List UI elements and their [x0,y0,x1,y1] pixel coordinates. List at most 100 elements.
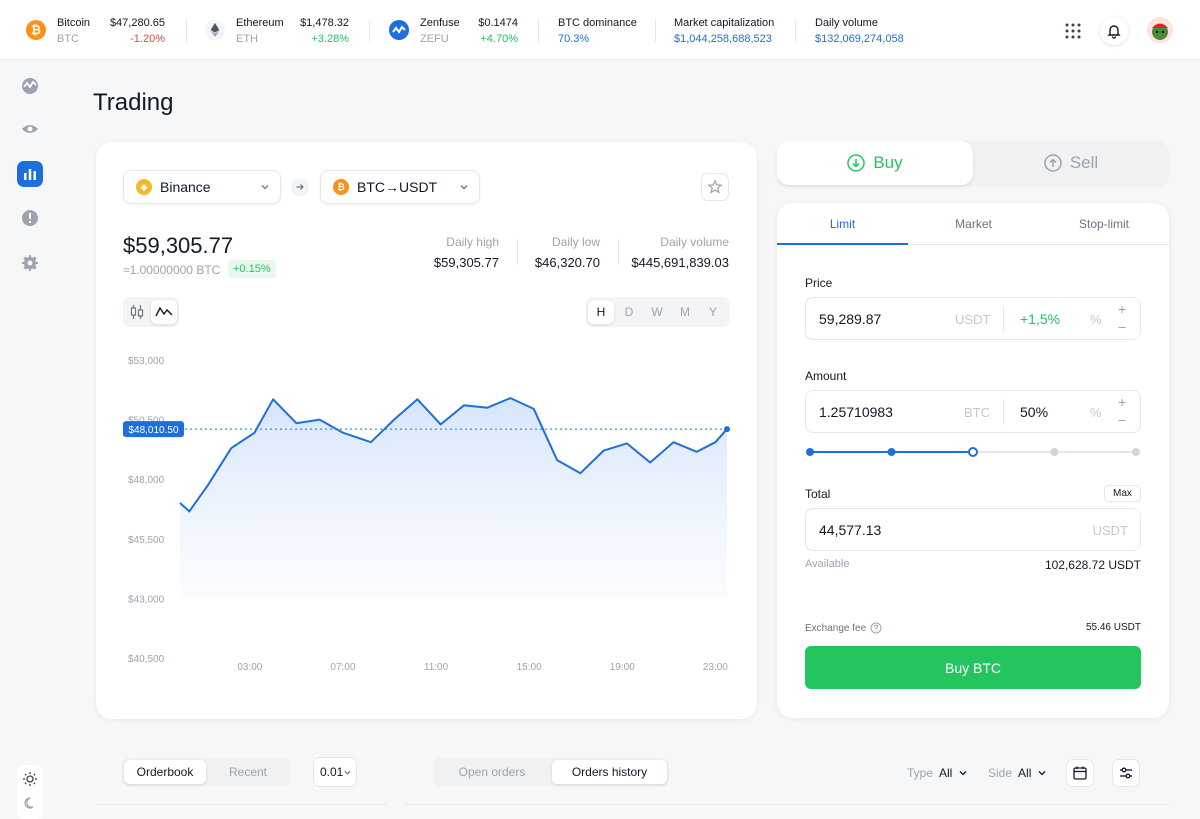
ethereum-icon [205,20,225,40]
amount-unit: BTC [964,405,990,420]
favorite-button[interactable] [701,173,729,201]
total-input[interactable]: 44,577.13 [819,522,881,538]
orderbook-tabs: Orderbook Recent [122,758,290,786]
moon-icon[interactable] [22,795,38,816]
daily-high-value: $59,305.77 [433,255,499,270]
percent-sign: % [1090,405,1102,420]
ticker-ethereum[interactable]: Ethereum ETH $1,478.32 +3.28% [205,0,355,60]
bell-icon[interactable] [1100,17,1128,45]
divider [369,20,370,42]
price-field[interactable]: 59,289.87 USDT +1,5% % + − [805,297,1141,340]
amount-input[interactable]: 1.25710983 [819,404,893,420]
stat-label-dominance: BTC dominance [558,17,637,29]
amount-decrement-button[interactable]: − [1118,412,1126,428]
price-in-btc: ≈1.00000000 BTC [123,263,221,277]
amount-field[interactable]: 1.25710983 BTC 50% % + − [805,390,1141,433]
x-axis-tick-label: 11:00 [424,662,449,673]
exchange-select-value: Binance [160,179,211,195]
current-price-badge-label: $48,010.50 [128,425,178,436]
filter-settings-button[interactable] [1112,759,1140,787]
help-icon[interactable] [870,622,882,634]
total-field[interactable]: 44,577.13 USDT [805,508,1141,551]
pair-select[interactable]: ₿ BTC→USDT [320,170,480,204]
tab-limit[interactable]: Limit [777,217,908,231]
order-form-card: Limit Market Stop-limit Price 59,289.87 … [777,203,1169,718]
type-filter[interactable]: Type All [907,766,968,780]
daily-volume-value: $445,691,839.03 [631,255,729,270]
precision-select[interactable]: 0.01 [313,757,357,787]
side-filter[interactable]: Side All [988,766,1047,780]
binance-icon: ◆ [136,179,152,195]
current-price-dot [724,426,730,433]
price-percent-input[interactable]: +1,5% [1020,311,1060,327]
timeframe-hour[interactable]: H [588,300,614,324]
sidebar-item-alerts[interactable] [17,205,43,231]
tab-stop-limit[interactable]: Stop-limit [1039,217,1169,231]
exchange-select[interactable]: ◆ Binance [123,170,281,204]
sidebar-item-settings[interactable] [17,250,43,276]
buy-btc-button[interactable]: Buy BTC [805,646,1141,689]
line-chart-icon[interactable] [151,300,177,324]
sell-tab[interactable]: Sell [973,141,1169,185]
slider-step-25[interactable] [887,448,896,456]
y-axis-tick-label: $45,500 [128,535,165,546]
slider-step-75[interactable] [1050,448,1059,456]
price-unit: USDT [955,312,991,327]
tab-market[interactable]: Market [908,217,1039,231]
chevron-down-icon [344,770,351,775]
price-increment-button[interactable]: + [1118,301,1126,317]
timeframe-selector: H D W M Y [586,297,730,327]
avatar[interactable] [1147,17,1173,43]
price-input[interactable]: 59,289.87 [819,311,881,327]
apps-grid-icon[interactable] [1062,20,1084,42]
price-chart[interactable]: $53,000$50,500$48,000$45,500$43,000$40,5… [96,342,757,682]
tab-orderbook[interactable]: Orderbook [124,760,206,784]
bitcoin-icon: ₿ [26,20,46,40]
ticker-zenfuse[interactable]: Zenfuse ZEFU $0.1474 +4.70% [389,0,524,60]
stat-value-dominance: 70.3% [558,33,590,45]
sidebar-item-dashboard[interactable] [17,73,43,99]
x-axis-tick-label: 03:00 [237,662,262,673]
max-button[interactable]: Max [1104,485,1141,502]
calendar-icon [1073,766,1087,780]
y-axis-tick-label: $53,000 [128,356,165,367]
tab-open-orders[interactable]: Open orders [435,760,549,784]
timeframe-day[interactable]: D [616,300,642,324]
slider-step-100[interactable] [1132,448,1140,456]
available-value: 102,628.72 USDT [1044,558,1141,572]
slider-handle[interactable] [968,447,978,457]
active-tab-indicator [777,243,908,245]
tab-orders-history[interactable]: Orders history [552,760,667,784]
ticker-bitcoin[interactable]: ₿ Bitcoin BTC $47,280.65 -1.20% [26,0,171,60]
calendar-button[interactable] [1066,759,1094,787]
arrow-right-icon [291,178,309,196]
ticker-symbol: ETH [236,33,258,45]
sun-icon[interactable] [22,771,38,792]
x-axis-tick-label: 23:00 [703,662,728,673]
timeframe-week[interactable]: W [644,300,670,324]
timeframe-month[interactable]: M [672,300,698,324]
price-decrement-button[interactable]: − [1118,319,1126,335]
stat-label-marketcap: Market capitalization [674,17,775,29]
side-filter-value: All [1018,766,1032,780]
divider [405,804,1169,805]
tab-recent[interactable]: Recent [208,760,288,784]
amount-slider[interactable] [801,443,1145,461]
buy-tab[interactable]: Buy [777,141,973,185]
exchange-fee-value: 55.46 USDT [1085,622,1141,633]
sidebar-item-watchlist[interactable] [17,116,43,142]
divider [795,20,796,42]
pulse-icon [22,78,38,94]
divider [96,804,386,805]
divider [186,20,187,42]
amount-increment-button[interactable]: + [1118,394,1126,410]
total-unit: USDT [1092,523,1128,538]
slider-step-0[interactable] [806,448,814,456]
ticker-name: Zenfuse [420,17,460,29]
amount-percent-input[interactable]: 50% [1020,404,1048,420]
timeframe-year[interactable]: Y [700,300,726,324]
theme-toggle [17,765,43,819]
sidebar-item-trading[interactable] [17,161,43,187]
candlestick-icon[interactable] [125,300,149,324]
x-axis-tick-label: 07:00 [330,662,355,673]
